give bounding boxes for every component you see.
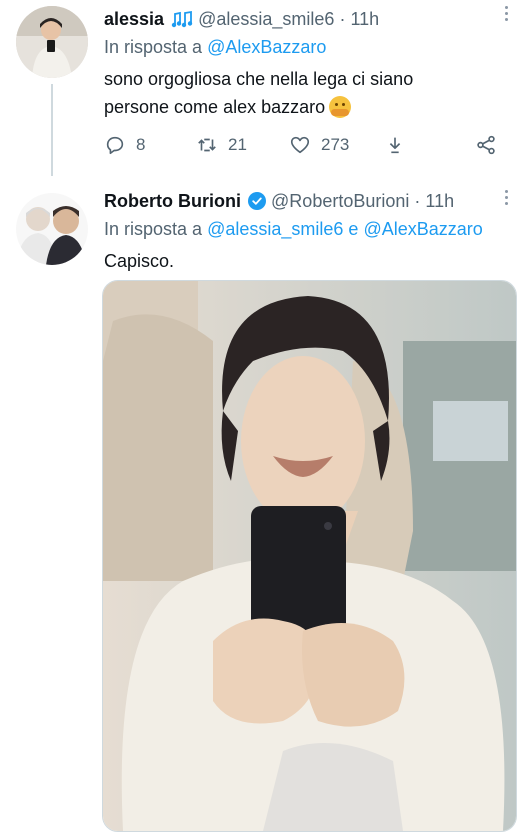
reply-context: In risposta a @alessia_smile6 e @AlexBaz… xyxy=(104,218,483,240)
reply-prefix: In risposta a xyxy=(104,219,203,239)
like-count: 273 xyxy=(321,135,350,154)
tweet2-header: Roberto Burioni @RobertoBurioni · 11h xyxy=(104,190,454,212)
separator-dot: · xyxy=(339,9,346,29)
download-button[interactable] xyxy=(384,133,406,157)
share-button[interactable] xyxy=(475,133,497,157)
download-icon xyxy=(389,137,401,154)
reply-icon xyxy=(106,136,124,155)
author-name[interactable]: alessia xyxy=(104,9,164,29)
reply-conjunction: e xyxy=(348,219,359,239)
tweet-text: Capisco. xyxy=(104,251,175,271)
reply-context: In risposta a @AlexBazzaro xyxy=(104,36,326,58)
avatar-roberto-burioni[interactable] xyxy=(16,193,88,265)
more-options-icon[interactable] xyxy=(504,190,510,208)
author-name[interactable]: Roberto Burioni xyxy=(104,191,241,211)
heart-icon xyxy=(290,136,310,154)
photo-illustration xyxy=(103,281,516,831)
author-handle[interactable]: @RobertoBurioni xyxy=(271,191,409,211)
author-handle[interactable]: @alessia_smile6 xyxy=(198,9,334,29)
avatar-alessia[interactable] xyxy=(16,6,88,78)
retweet-button[interactable]: 21 xyxy=(196,133,247,157)
reply-mention[interactable]: @AlexBazzaro xyxy=(363,219,482,239)
reply-count: 8 xyxy=(136,135,146,154)
tweet1-header: alessia @alessia_smile6 · 11h xyxy=(104,8,379,30)
tweet-text-line: sono orgogliosa che nella lega ci siano xyxy=(104,69,414,89)
share-icon xyxy=(477,135,495,155)
timestamp[interactable]: 11h xyxy=(425,191,454,211)
timestamp[interactable]: 11h xyxy=(350,9,379,29)
reply-button[interactable]: 8 xyxy=(104,133,145,157)
reply-mention[interactable]: @AlexBazzaro xyxy=(207,37,326,57)
tweet-text-line: persone come alex bazzaro xyxy=(104,96,352,118)
reply-prefix: In risposta a xyxy=(104,37,203,57)
more-options-icon[interactable] xyxy=(504,6,510,24)
verified-badge-icon xyxy=(248,192,267,210)
retweet-icon xyxy=(198,138,216,152)
hugging-face-icon xyxy=(329,96,352,118)
reply-mention[interactable]: @alessia_smile6 xyxy=(207,219,343,239)
musical-notes-icon xyxy=(171,10,193,28)
separator-dot: · xyxy=(414,191,421,211)
tweet-photo[interactable] xyxy=(102,280,517,832)
thread-connector xyxy=(51,84,53,176)
tweet-text: persone come alex bazzaro xyxy=(104,97,326,117)
like-button[interactable]: 273 xyxy=(289,133,349,157)
retweet-count: 21 xyxy=(228,135,247,154)
